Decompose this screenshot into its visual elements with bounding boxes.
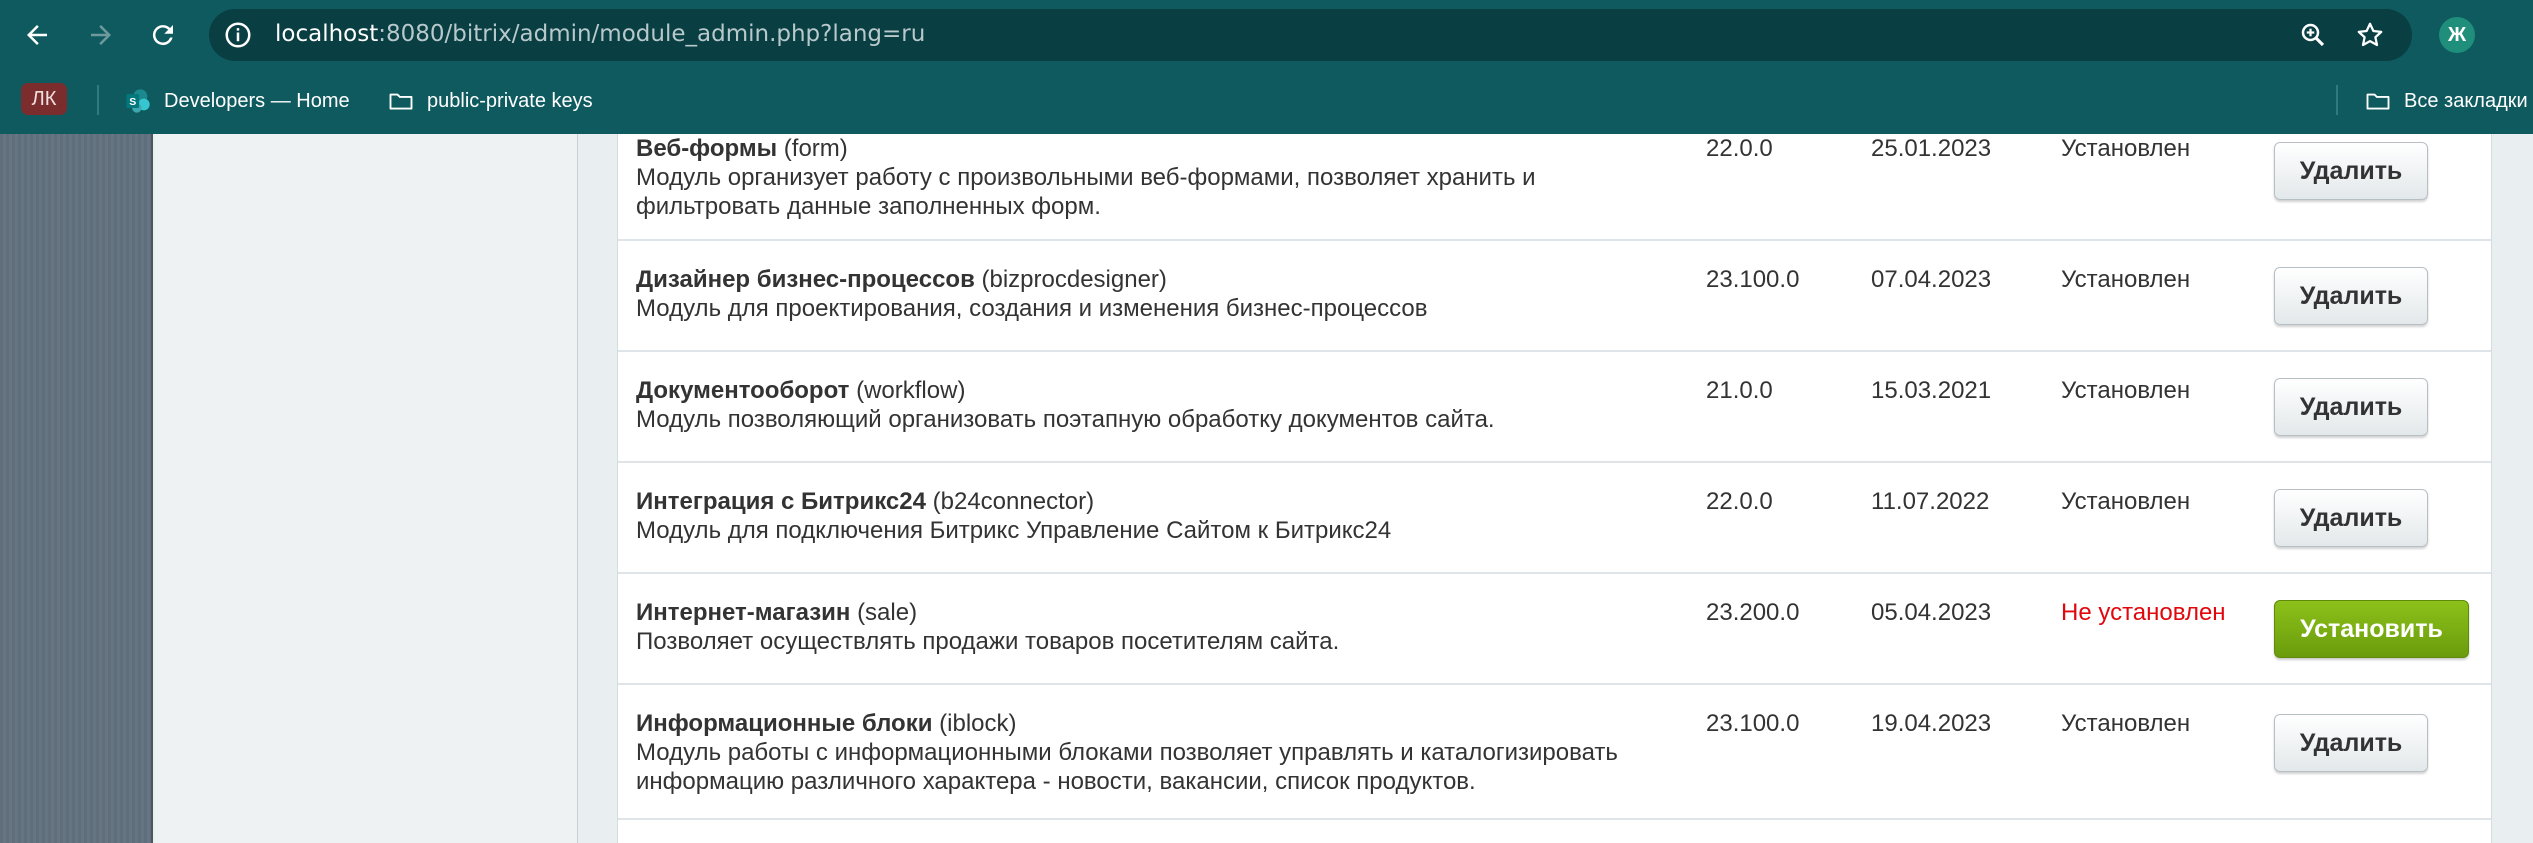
url-host: localhost <box>275 21 379 47</box>
module-name: Веб-формы (form) <box>636 135 848 163</box>
module-code: (workflow) <box>856 377 966 404</box>
table-row: Дизайнер бизнес-процессов (bizprocdesign… <box>618 241 2491 352</box>
site-info-icon[interactable] <box>223 20 253 50</box>
url-text[interactable]: localhost:8080/bitrix/admin/module_admin… <box>275 21 925 47</box>
module-version: 23.100.0 <box>1706 710 1800 737</box>
address-bar[interactable]: localhost:8080/bitrix/admin/module_admin… <box>209 9 2412 61</box>
delete-button[interactable]: Удалить <box>2274 714 2428 772</box>
module-version: 23.100.0 <box>1706 266 1800 293</box>
module-status: Не установлен <box>2061 599 2226 626</box>
arrow-right-icon <box>91 25 111 45</box>
module-date: 07.04.2023 <box>1871 266 1992 293</box>
module-status: Установлен <box>2061 377 2191 404</box>
bookmark-label: public-private keys <box>427 89 593 112</box>
table-row: Документооборот (workflow) Модуль позвол… <box>618 352 2491 463</box>
table-row: Информационные блоки (iblock) Модуль раб… <box>618 685 2491 820</box>
module-status: Установлен <box>2061 710 2191 737</box>
module-code: (bizprocdesigner) <box>981 266 1167 293</box>
module-date: 19.04.2023 <box>1871 710 1992 737</box>
module-code: (sale) <box>857 599 918 626</box>
module-code: (b24connector) <box>932 488 1095 515</box>
browser-toolbar: localhost:8080/bitrix/admin/module_admin… <box>0 0 2533 70</box>
module-date: 25.01.2023 <box>1871 135 1992 162</box>
module-description: Модуль работы с информационными блоками … <box>636 739 1618 795</box>
module-title: Веб-формы <box>636 135 778 162</box>
folder-icon <box>2366 93 2390 110</box>
module-title: Дизайнер бизнес-процессов <box>636 266 975 293</box>
svg-text:S: S <box>129 96 136 108</box>
module-name: Интернет-магазин (sale) <box>636 599 917 627</box>
url-path: :8080/bitrix/admin/module_admin.php?lang… <box>378 21 926 47</box>
install-button[interactable]: Установить <box>2274 600 2469 658</box>
table-row: Веб-формы (form) Модуль организует работ… <box>618 134 2491 241</box>
bookmark-separator <box>2336 85 2338 115</box>
table-row: Интеграция с Битрикс24 (b24connector) Мо… <box>618 463 2491 574</box>
reload-icon <box>152 25 173 46</box>
bookmarks-bar: ЛК S Developers — Home public-private ke… <box>0 70 2533 134</box>
module-title: Документооборот <box>636 377 850 404</box>
sharepoint-icon: S <box>126 89 150 113</box>
admin-side-panel <box>0 134 153 843</box>
delete-button[interactable]: Удалить <box>2274 142 2428 200</box>
delete-button[interactable]: Удалить <box>2274 378 2428 436</box>
module-date: 05.04.2023 <box>1871 599 1992 626</box>
module-description: Модуль для проектирования, создания и из… <box>636 295 1428 322</box>
reload-button[interactable] <box>140 12 186 58</box>
delete-button[interactable]: Удалить <box>2274 267 2428 325</box>
module-description: Модуль организует работу с произвольными… <box>636 164 1536 220</box>
module-name: Дизайнер бизнес-процессов (bizprocdesign… <box>636 266 1167 294</box>
bookmark-separator <box>97 85 99 115</box>
module-date: 15.03.2021 <box>1871 377 1992 404</box>
table-row: Интернет-магазин (sale) Позволяет осущес… <box>618 574 2491 685</box>
module-version: 22.0.0 <box>1706 488 1773 515</box>
page-viewport: Веб-формы (form) Модуль организует работ… <box>0 134 2533 843</box>
module-version: 21.0.0 <box>1706 377 1773 404</box>
zoom-icon[interactable] <box>2298 20 2328 50</box>
module-status: Установлен <box>2061 266 2191 293</box>
bookmark-label: Все закладки <box>2404 89 2528 112</box>
module-description: Модуль позволяющий организовать поэтапну… <box>636 406 1495 433</box>
module-description: Модуль для подключения Битрикс Управлени… <box>636 517 1392 544</box>
modules-table: Веб-формы (form) Модуль организует работ… <box>617 134 2492 843</box>
module-code: (iblock) <box>939 710 1017 737</box>
module-name: Документооборот (workflow) <box>636 377 965 405</box>
profile-avatar[interactable]: Ж <box>2439 17 2475 53</box>
module-code: (form) <box>783 135 848 162</box>
module-version: 22.0.0 <box>1706 135 1773 162</box>
module-title: Интеграция с Битрикс24 <box>636 488 926 515</box>
bookmark-all-bookmarks[interactable]: Все закладки <box>2364 86 2528 116</box>
module-name: Интеграция с Битрикс24 (b24connector) <box>636 488 1094 516</box>
arrow-left-icon <box>27 25 47 45</box>
forward-button[interactable] <box>78 12 124 58</box>
folder-icon <box>389 93 413 110</box>
admin-menu-panel <box>155 134 578 843</box>
module-status: Установлен <box>2061 135 2191 162</box>
module-name: Информационные блоки (iblock) <box>636 710 1017 738</box>
module-title: Информационные блоки <box>636 710 933 737</box>
back-button[interactable] <box>14 12 60 58</box>
module-title: Интернет-магазин <box>636 599 851 626</box>
bookmark-label: Developers — Home <box>164 89 350 112</box>
bookmark-lk[interactable]: ЛК <box>21 83 67 115</box>
delete-button[interactable]: Удалить <box>2274 489 2428 547</box>
bookmark-public-private-keys[interactable]: public-private keys <box>387 86 593 116</box>
module-description: Позволяет осуществлять продажи товаров п… <box>636 628 1340 655</box>
module-status: Установлен <box>2061 488 2191 515</box>
module-version: 23.200.0 <box>1706 599 1800 626</box>
bookmark-developers-home[interactable]: S Developers — Home <box>124 86 350 116</box>
module-date: 11.07.2022 <box>1871 488 1990 515</box>
bookmark-star-icon[interactable] <box>2355 20 2385 50</box>
